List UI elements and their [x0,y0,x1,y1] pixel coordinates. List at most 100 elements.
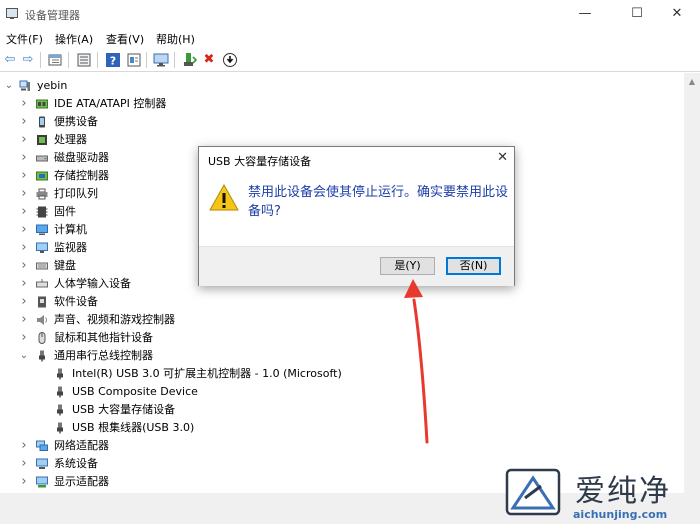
usb-icon [54,386,66,398]
chevron-right-icon[interactable]: › [18,275,30,293]
tree-item-label: USB 大容量存储设备 [72,403,176,416]
toolbar-separator [40,52,41,68]
toolbar: ⇦ ⇨ ? ✖ [0,48,700,72]
menu-action[interactable]: 操作(A) [55,31,93,47]
tree-item-label: 存储控制器 [54,169,109,182]
tree-category-item[interactable]: › 声音、视频和游戏控制器 [0,311,640,329]
menu-help[interactable]: 帮助(H) [156,31,195,47]
tree-item-label: 显示适配器 [54,475,109,488]
scan-hardware-icon[interactable] [153,52,169,68]
disable-device-dialog: USB 大容量存储设备 ✕ 禁用此设备会使其停止运行。确实要禁用此设备吗? 是(… [198,146,515,286]
minimize-button[interactable]: — [562,0,608,28]
tree-item-label: 固件 [54,205,76,218]
chevron-right-icon[interactable]: › [18,221,30,239]
device-manager-icon [6,8,18,19]
chevron-right-icon[interactable]: › [18,113,30,131]
dialog-close-icon[interactable]: ✕ [497,150,508,165]
chevron-right-icon[interactable]: › [18,311,30,329]
chevron-right-icon[interactable]: › [18,149,30,167]
back-icon[interactable]: ⇦ [2,52,18,68]
details-view-icon[interactable] [76,52,92,68]
storage-controller-icon [36,170,48,182]
chevron-right-icon[interactable]: › [18,239,30,257]
tree-item-label: 网络适配器 [54,439,109,452]
tree-category-item[interactable]: › 网络适配器 [0,437,640,455]
vertical-scrollbar[interactable]: ▲ [684,73,700,493]
chevron-right-icon[interactable]: › [18,329,30,347]
toolbar-separator [146,52,147,68]
forward-icon[interactable]: ⇨ [20,52,36,68]
dialog-footer: 是(Y) 否(N) [199,246,514,286]
tree-category-item[interactable]: › IDE ATA/ATAPI 控制器 [0,95,640,113]
system-device-icon [36,458,48,470]
tree-category-item[interactable]: › 鼠标和其他指针设备 [0,329,640,347]
menu-view[interactable]: 查看(V) [106,31,144,47]
chevron-right-icon[interactable]: › [18,473,30,491]
usb-icon [54,404,66,416]
tree-item-label: 处理器 [54,133,87,146]
chevron-right-icon[interactable]: › [18,293,30,311]
help-icon[interactable]: ? [105,52,121,68]
tree-item-label: USB 根集线器(USB 3.0) [72,421,195,434]
yes-button[interactable]: 是(Y) [380,257,435,275]
chevron-down-icon[interactable]: ⌄ [18,347,30,365]
tree-device-item[interactable]: USB 根集线器(USB 3.0) [0,419,640,437]
disable-device-icon[interactable]: ✖ [201,52,217,68]
chevron-right-icon[interactable]: › [18,455,30,473]
tree-device-item[interactable]: USB 大容量存储设备 [0,401,640,419]
tree-item-label: USB Composite Device [72,385,198,398]
chevron-right-icon[interactable]: › [18,185,30,203]
dialog-title: USB 大容量存储设备 [208,155,312,168]
tree-item-label: 打印队列 [54,187,98,200]
window-title: 设备管理器 [25,9,80,22]
resources-view-icon[interactable] [126,52,142,68]
close-button[interactable]: ✕ [654,0,700,28]
warning-icon [209,183,239,213]
scroll-up-icon[interactable]: ▲ [684,77,700,86]
disk-drive-icon [36,152,48,164]
chevron-right-icon[interactable]: › [18,95,30,113]
chevron-down-icon[interactable]: ⌄ [3,77,15,95]
tree-item-label: 磁盘驱动器 [54,151,109,164]
tree-item-label: Intel(R) USB 3.0 可扩展主机控制器 - 1.0 (Microso… [72,367,342,380]
tree-device-item[interactable]: USB Composite Device [0,383,640,401]
hid-icon [36,278,48,290]
computer-root-icon [19,80,31,92]
tree-category-item[interactable]: › 软件设备 [0,293,640,311]
chevron-right-icon[interactable]: › [18,131,30,149]
tree-item-label: 监视器 [54,241,87,254]
chevron-right-icon[interactable]: › [18,257,30,275]
display-adapter-icon [36,476,48,488]
tree-item-label: IDE ATA/ATAPI 控制器 [54,97,167,110]
watermark-url: aichunjing.com [573,508,668,521]
tree-item-label: 声音、视频和游戏控制器 [54,313,175,326]
toolbar-separator [97,52,98,68]
update-driver-icon[interactable] [182,52,198,68]
chevron-right-icon[interactable]: › [18,203,30,221]
ide-controller-icon [36,98,48,110]
tree-item-label: 软件设备 [54,295,98,308]
sound-icon [36,314,48,326]
usb-icon [54,368,66,380]
network-adapter-icon [36,440,48,452]
tree-item-label: 键盘 [54,259,76,272]
toolbar-separator [68,52,69,68]
mouse-icon [36,332,48,344]
tree-category-item[interactable]: › 便携设备 [0,113,640,131]
chevron-right-icon[interactable]: › [18,167,30,185]
tree-root-label: yebin [37,79,68,92]
chevron-right-icon[interactable]: › [18,437,30,455]
monitor-icon [36,242,48,254]
tree-device-item[interactable]: Intel(R) USB 3.0 可扩展主机控制器 - 1.0 (Microso… [0,365,640,383]
svg-text:?: ? [110,55,116,68]
tree-root[interactable]: ⌄ yebin [0,77,200,95]
tree-item-label: 计算机 [54,223,87,236]
enable-device-icon[interactable] [222,52,238,68]
no-button[interactable]: 否(N) [446,257,501,275]
tree-category-item[interactable]: ⌄ 通用串行总线控制器 [0,347,640,365]
properties-view-icon[interactable] [47,52,63,68]
printer-icon [36,188,48,200]
software-device-icon [36,296,48,308]
menu-file[interactable]: 文件(F) [6,31,43,47]
processor-icon [36,134,48,146]
